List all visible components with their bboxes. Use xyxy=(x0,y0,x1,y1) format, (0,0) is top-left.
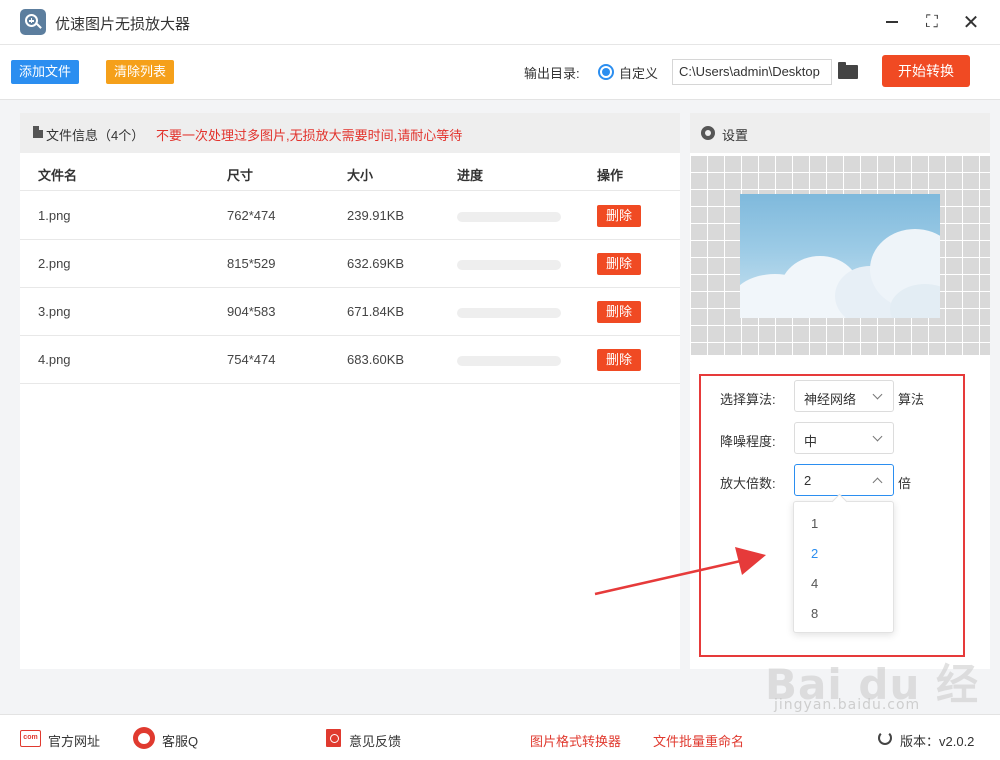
table-row: 3.png 904*583 671.84KB 删除 xyxy=(20,288,680,336)
scale-suffix: 倍 xyxy=(898,476,912,491)
feedback-link[interactable]: 意见反馈 xyxy=(349,731,401,750)
file-size: 632.69KB xyxy=(347,256,405,271)
file-name: 2.png xyxy=(38,256,71,271)
progress-bar xyxy=(457,260,561,270)
website-link[interactable]: 官方网址 xyxy=(48,731,100,750)
chevron-up-icon xyxy=(872,477,883,488)
watermark-url: jingyan.baidu.com xyxy=(774,697,921,713)
file-icon xyxy=(33,126,43,138)
column-progress: 进度 xyxy=(457,168,484,183)
file-dimensions: 754*474 xyxy=(227,352,276,367)
minimize-icon xyxy=(886,21,898,23)
column-action: 操作 xyxy=(597,168,624,183)
column-filename: 文件名 xyxy=(38,168,78,183)
footer: com 官方网址 客服Q 意见反馈 图片格式转换器 文件批量重命名 版本：v2.… xyxy=(0,714,1000,760)
preview-image xyxy=(740,194,940,318)
start-convert-button[interactable]: 开始转换 xyxy=(882,55,970,87)
file-dimensions: 762*474 xyxy=(227,208,276,223)
denoise-label: 降噪程度: xyxy=(720,434,776,449)
custom-dir-label[interactable]: 自定义 xyxy=(619,63,658,82)
delete-button[interactable]: 删除 xyxy=(597,301,641,323)
website-icon: com xyxy=(20,730,41,747)
algorithm-label: 选择算法: xyxy=(720,392,776,407)
scale-select[interactable]: 2 xyxy=(794,464,894,496)
delete-button[interactable]: 删除 xyxy=(597,205,641,227)
file-info-title: 文件信息（4个） xyxy=(46,128,145,143)
chevron-down-icon xyxy=(872,431,883,442)
batch-rename-link[interactable]: 文件批量重命名 xyxy=(653,731,744,750)
customer-service-link[interactable]: 客服Q xyxy=(162,731,198,750)
maximize-icon: ⛶ xyxy=(926,12,938,31)
algorithm-value: 神经网络 xyxy=(804,392,857,407)
output-path-input[interactable]: C:\Users\admin\Desktop xyxy=(672,59,832,85)
file-info-header: 文件信息（4个） 不要一次处理过多图片,无损放大需要时间,请耐心等待 xyxy=(20,113,680,153)
progress-bar xyxy=(457,308,561,318)
file-dimensions: 904*583 xyxy=(227,304,276,319)
gear-icon xyxy=(701,126,715,140)
add-file-button[interactable]: 添加文件 xyxy=(11,60,80,84)
table-row: 4.png 754*474 683.60KB 删除 xyxy=(20,336,680,384)
minimize-button[interactable] xyxy=(880,10,904,34)
file-name: 3.png xyxy=(38,304,71,319)
refresh-icon[interactable] xyxy=(878,731,892,745)
custom-dir-radio[interactable] xyxy=(598,64,614,80)
scale-option[interactable]: 1 xyxy=(811,516,818,531)
file-dimensions: 815*529 xyxy=(227,256,276,271)
file-size: 683.60KB xyxy=(347,352,405,367)
settings-header: 设置 xyxy=(690,113,990,153)
magnifier-icon xyxy=(20,9,46,35)
redaction-block xyxy=(198,729,294,747)
close-icon: ✕ xyxy=(962,11,980,34)
settings-title: 设置 xyxy=(722,128,749,143)
close-button[interactable]: ✕ xyxy=(959,10,983,34)
delete-button[interactable]: 删除 xyxy=(597,253,641,275)
denoise-value: 中 xyxy=(804,434,818,449)
denoise-select[interactable]: 中 xyxy=(794,422,894,454)
algorithm-select[interactable]: 神经网络 xyxy=(794,380,894,412)
scale-option[interactable]: 8 xyxy=(811,606,818,621)
scale-label: 放大倍数: xyxy=(720,476,776,491)
output-dir-label: 输出目录: xyxy=(524,66,580,81)
table-row: 2.png 815*529 632.69KB 删除 xyxy=(20,240,680,288)
table-header: 文件名 尺寸 大小 进度 操作 xyxy=(20,153,680,191)
app-title: 优速图片无损放大器 xyxy=(55,16,191,33)
folder-icon[interactable] xyxy=(838,62,858,79)
customer-service-icon xyxy=(133,727,155,749)
delete-button[interactable]: 删除 xyxy=(597,349,641,371)
progress-bar xyxy=(457,356,561,366)
file-info-warning: 不要一次处理过多图片,无损放大需要时间,请耐心等待 xyxy=(156,128,463,143)
version-label: 版本：v2.0.2 xyxy=(900,734,975,749)
scale-value: 2 xyxy=(804,473,812,488)
file-list-panel: 文件信息（4个） 不要一次处理过多图片,无损放大需要时间,请耐心等待 文件名 尺… xyxy=(20,113,680,669)
toolbar: 添加文件 清除列表 输出目录: 自定义 C:\Users\admin\Deskt… xyxy=(0,45,1000,100)
scale-dropdown: 1 2 4 8 xyxy=(793,501,894,633)
chevron-down-icon xyxy=(872,389,883,400)
file-size: 239.91KB xyxy=(347,208,405,223)
feedback-icon xyxy=(326,729,341,747)
title-bar: 优速图片无损放大器 ⛶ ✕ xyxy=(0,0,1000,45)
scale-option[interactable]: 4 xyxy=(811,576,818,591)
file-name: 1.png xyxy=(38,208,71,223)
column-filesize: 大小 xyxy=(347,168,374,183)
clear-list-button[interactable]: 清除列表 xyxy=(106,60,175,84)
format-converter-link[interactable]: 图片格式转换器 xyxy=(530,731,621,750)
file-size: 671.84KB xyxy=(347,304,405,319)
progress-bar xyxy=(457,212,561,222)
algorithm-suffix: 算法 xyxy=(898,392,925,407)
table-row: 1.png 762*474 239.91KB 删除 xyxy=(20,192,680,240)
scale-option[interactable]: 2 xyxy=(811,546,818,561)
column-dimensions: 尺寸 xyxy=(227,168,254,183)
maximize-button[interactable]: ⛶ xyxy=(920,10,944,34)
file-name: 4.png xyxy=(38,352,71,367)
